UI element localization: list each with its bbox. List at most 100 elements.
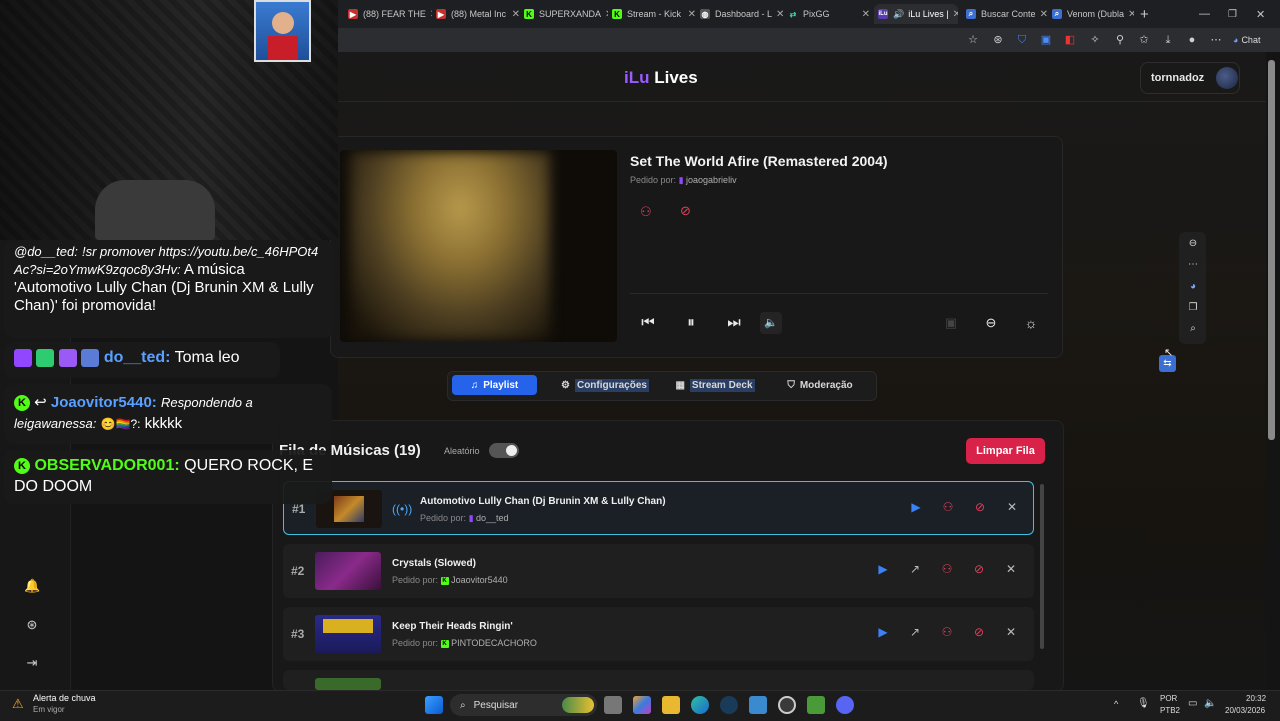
start-button[interactable] [425,696,443,714]
close-icon[interactable]: ✕ [1124,9,1134,20]
tab-moderation[interactable]: ⛉ Moderação [775,375,865,395]
page-scrollbar[interactable] [1268,60,1275,440]
remove-icon[interactable]: ✕ [1004,500,1020,514]
block-icon[interactable]: ⊘ [971,625,987,639]
hide-video-icon[interactable]: ⊖ [980,312,1002,334]
close-window-button[interactable]: ✕ [1256,4,1270,24]
promote-icon[interactable]: ↗ [907,625,923,639]
profile-icon[interactable]: ● [1185,33,1199,47]
volume-icon[interactable]: 🔈 [1204,698,1216,709]
play-icon[interactable]: ▶ [908,500,924,514]
remove-icon[interactable]: ✕ [1003,562,1019,576]
help-icon[interactable]: ⊛ [24,617,40,633]
maximize-button[interactable]: ❐ [1228,4,1242,24]
extension-icon[interactable]: ⊛ [991,33,1005,47]
close-icon[interactable]: ✕ [949,9,958,20]
remove-icon[interactable]: ✕ [1003,625,1019,639]
weather-title[interactable]: Alerta de chuva [33,693,96,703]
close-icon[interactable]: ✕ [601,9,608,20]
download-icon[interactable]: ⤓ [1161,33,1175,47]
close-icon[interactable]: ✕ [858,9,870,20]
block-icon[interactable]: ⊘ [971,562,987,576]
brightness-icon[interactable]: ☼ [1020,312,1042,334]
pdf-icon[interactable]: ◧ [1063,33,1077,47]
obs-icon[interactable] [778,696,796,714]
ban-user-icon[interactable]: ⚇ [939,625,955,639]
shuffle-label: Aleatório [444,446,480,456]
network-icon[interactable]: ▭ [1188,698,1197,709]
ban-user-icon[interactable]: ⚇ [940,500,956,514]
file-explorer-icon[interactable] [662,696,680,714]
more-icon[interactable]: ⋯ [1209,33,1223,47]
play-icon[interactable]: ▶ [875,562,891,576]
queue-rank: #1 [292,502,306,516]
queue-row[interactable] [283,670,1034,690]
clear-queue-button[interactable]: Limpar Fila [966,438,1045,464]
queue-row[interactable]: #2 Crystals (Slowed) Pedido por: K Joaov… [283,544,1034,598]
shield-extension-icon[interactable]: ⛉ [1015,33,1029,47]
ban-user-icon[interactable]: ⚇ [939,562,955,576]
layout-icon[interactable]: ▣ [940,312,962,334]
chevron-up-icon[interactable]: ^ [1114,699,1118,709]
hide-icon[interactable]: ⊖ [1186,238,1200,249]
close-icon[interactable]: ✕ [684,9,696,20]
browser-tab[interactable]: ⇄ PixGG ✕ [788,4,870,24]
now-playing-title: Set The World Afire (Remastered 2004) [630,153,888,169]
tab-playlist[interactable]: ♫ Playlist [452,375,537,395]
browser-tab[interactable]: ◍ Dashboard - L ✕ [700,4,784,24]
close-icon[interactable]: ✕ [426,9,432,20]
search-icon[interactable]: ⌕ [1186,323,1200,334]
close-icon[interactable]: ✕ [772,9,784,20]
previous-button[interactable]: ⏮ [637,312,659,334]
promote-icon[interactable]: ↗ [907,562,923,576]
steam-icon[interactable] [720,696,738,714]
browser-tab[interactable]: KSUPERXANDA✕ [524,4,608,24]
sidebar-icon[interactable]: ⚲ [1113,33,1127,47]
browser-tab-active[interactable]: iLu 🔊 iLu Lives | ✕ [874,4,958,24]
translate-icon[interactable]: ▣ [1039,33,1053,47]
browser-tab[interactable]: ▶(88) FEAR THE✕ [348,4,432,24]
star-icon[interactable]: ☆ [966,33,980,47]
puzzle-icon[interactable]: ✧ [1088,33,1102,47]
browser-tab[interactable]: ⌕ Venom (Dubla ✕ [1052,4,1134,24]
play-icon[interactable]: ▶ [875,625,891,639]
copy-icon[interactable]: ❐ [1186,302,1200,313]
queue-scrollbar[interactable] [1040,484,1044,649]
task-view-icon[interactable] [604,696,622,714]
copilot-chat-button[interactable]: ◕ Chat [1233,32,1260,48]
new-tab-button[interactable]: + [1140,4,1160,24]
ban-user-icon[interactable]: ⚇ [640,204,652,220]
clock-time[interactable]: 20:32 [1246,694,1266,703]
app-icon[interactable] [807,696,825,714]
browser-tab[interactable]: ▶ (88) Metal Inc ✕ [436,4,520,24]
browser-tab[interactable]: K Stream - Kick ✕ [612,4,696,24]
queue-row[interactable]: #1 ((•)) Automotivo Lully Chan (Dj Bruni… [283,481,1034,535]
close-icon[interactable]: ✕ [508,9,520,20]
notification-icon[interactable]: 🔔 [24,578,40,594]
browser-tab[interactable]: ⌕ Buscar Conte ✕ [966,4,1048,24]
volume-button[interactable]: 🔈 [760,312,782,334]
block-icon[interactable]: ⊘ [972,500,988,514]
logout-icon[interactable]: ⇥ [24,655,40,671]
microphone-icon[interactable]: 🎙 [1137,698,1150,709]
widgets-icon[interactable] [562,697,594,713]
queue-row[interactable]: #3 Keep Their Heads Ringin' Pedido por: … [283,607,1034,661]
user-menu[interactable]: tornnadoz [1140,62,1240,94]
copilot-icon[interactable] [633,696,651,714]
edge-icon[interactable] [691,696,709,714]
shuffle-toggle[interactable] [489,443,519,458]
favorites-icon[interactable]: ✩ [1137,33,1151,47]
photos-icon[interactable] [749,696,767,714]
minimize-button[interactable]: — [1199,4,1213,24]
tab-settings[interactable]: ⚙ Configurações [545,375,665,395]
discord-icon[interactable] [836,696,854,714]
next-button[interactable]: ⏭ [723,312,745,334]
block-icon[interactable]: ⊘ [680,203,691,219]
pause-button[interactable]: ⏸ [680,312,702,334]
copilot-icon[interactable]: ◕ [1186,281,1200,292]
language-indicator[interactable]: POR [1160,694,1177,703]
tab-stream-deck[interactable]: ▦ Stream Deck [665,375,765,395]
close-icon[interactable]: ✕ [1036,9,1048,20]
site-logo[interactable]: iLu Lives [624,68,698,88]
more-icon[interactable]: ⋯ [1186,259,1200,270]
